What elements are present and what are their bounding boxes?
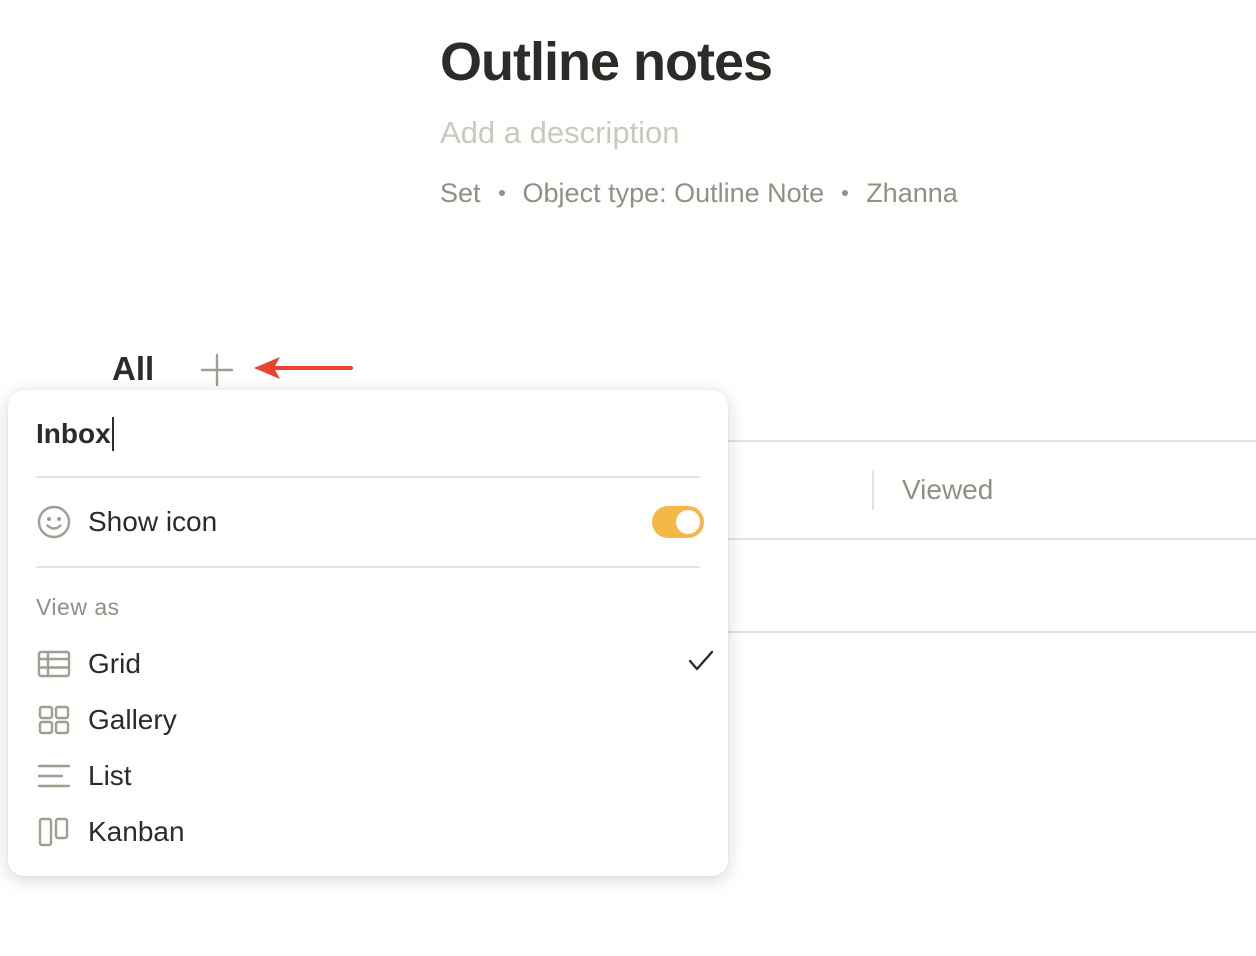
view-name-value: Inbox bbox=[36, 418, 111, 449]
view-option-grid[interactable]: Grid bbox=[36, 640, 714, 688]
red-arrow-icon bbox=[252, 354, 354, 382]
page: Outline notes Add a description Set Obje… bbox=[0, 0, 1256, 956]
meta-set-link[interactable]: Set bbox=[440, 174, 481, 212]
view-settings-menu: Inbox Show icon View as Grid Gallery Lis… bbox=[8, 390, 728, 876]
view-as-heading: View as bbox=[36, 594, 120, 620]
table-row-border bbox=[700, 631, 1256, 633]
view-option-label: Gallery bbox=[88, 704, 177, 735]
view-option-label: List bbox=[88, 760, 132, 791]
tab-all[interactable]: All bbox=[112, 348, 154, 390]
meta-separator bbox=[498, 190, 505, 196]
view-name-input[interactable]: Inbox bbox=[36, 414, 636, 454]
column-header-viewed[interactable]: Viewed bbox=[902, 472, 993, 508]
column-divider bbox=[872, 471, 874, 510]
toggle-knob bbox=[676, 510, 700, 534]
view-option-label: Kanban bbox=[88, 816, 185, 847]
view-option-gallery[interactable]: Gallery bbox=[36, 696, 708, 744]
list-icon bbox=[36, 756, 76, 796]
smiley-icon bbox=[36, 502, 76, 542]
add-view-button[interactable] bbox=[199, 352, 235, 388]
view-option-label: Grid bbox=[88, 648, 141, 679]
divider bbox=[36, 476, 700, 478]
table-header-top-border bbox=[700, 440, 1256, 442]
show-icon-option[interactable]: Show icon bbox=[36, 498, 708, 546]
show-icon-label: Show icon bbox=[88, 506, 218, 537]
view-option-kanban[interactable]: Kanban bbox=[36, 808, 708, 856]
meta-line: Set Object type: Outline Note Zhanna bbox=[440, 174, 958, 212]
meta-separator bbox=[842, 190, 849, 196]
description-field[interactable]: Add a description bbox=[440, 113, 680, 153]
table-header-bottom-border bbox=[700, 538, 1256, 540]
show-icon-toggle[interactable] bbox=[652, 506, 704, 538]
checkmark-icon bbox=[688, 650, 714, 671]
meta-author-link[interactable]: Zhanna bbox=[866, 174, 958, 212]
meta-object-type-link[interactable]: Object type: Outline Note bbox=[523, 174, 825, 212]
text-cursor bbox=[111, 417, 114, 451]
plus-icon bbox=[200, 353, 234, 387]
grid-icon bbox=[36, 644, 76, 684]
kanban-icon bbox=[36, 812, 76, 852]
divider bbox=[36, 566, 700, 568]
page-title[interactable]: Outline notes bbox=[440, 28, 773, 96]
gallery-icon bbox=[36, 700, 76, 740]
view-option-list[interactable]: List bbox=[36, 752, 708, 800]
